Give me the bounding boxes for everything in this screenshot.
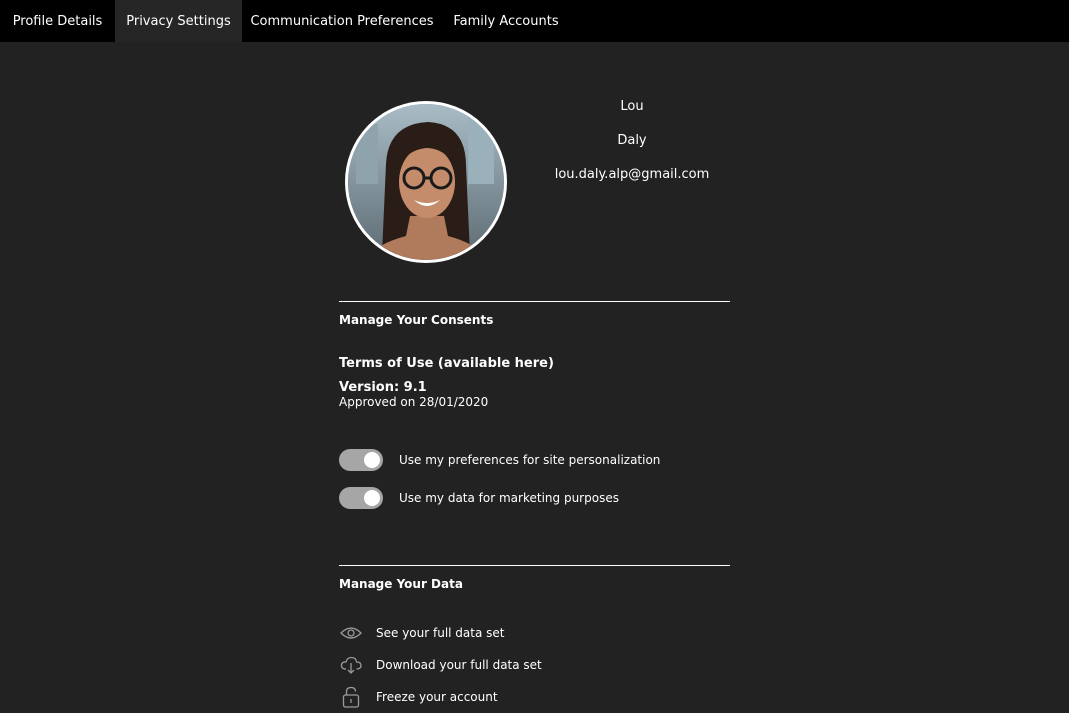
tab-communication-preferences[interactable]: Communication Preferences xyxy=(242,0,442,42)
user-last-name: Daly xyxy=(617,133,647,148)
marketing-toggle-label: Use my data for marketing purposes xyxy=(399,491,619,505)
cloud-download-icon xyxy=(339,654,363,676)
download-data-set-label: Download your full data set xyxy=(376,658,542,672)
eye-icon xyxy=(339,622,363,644)
terms-of-use-link[interactable]: Terms of Use (available here) xyxy=(339,356,554,371)
toggle-knob xyxy=(364,452,380,468)
freeze-account-label: Freeze your account xyxy=(376,690,498,704)
personalization-toggle[interactable] xyxy=(339,449,383,471)
consents-section-title: Manage Your Consents xyxy=(339,313,494,327)
user-email: lou.daly.alp@gmail.com xyxy=(554,167,710,182)
toggle-knob xyxy=(364,490,380,506)
see-data-set-link[interactable]: See your full data set xyxy=(339,622,505,644)
user-info: Lou Daly lou.daly.alp@gmail.com xyxy=(552,100,712,202)
freeze-account-link[interactable]: Freeze your account xyxy=(339,686,498,708)
tab-bar: Profile Details Privacy Settings Communi… xyxy=(0,0,1069,42)
data-section-title: Manage Your Data xyxy=(339,577,463,591)
avatar xyxy=(345,101,507,263)
terms-approved-date: Approved on 28/01/2020 xyxy=(339,395,489,409)
personalization-toggle-label: Use my preferences for site personalizat… xyxy=(399,453,661,467)
lock-icon xyxy=(339,686,363,708)
see-data-set-label: See your full data set xyxy=(376,626,505,640)
divider xyxy=(339,301,730,302)
marketing-toggle[interactable] xyxy=(339,487,383,509)
terms-version: Version: 9.1 xyxy=(339,380,427,395)
tab-privacy-settings[interactable]: Privacy Settings xyxy=(115,0,242,42)
tab-profile-details[interactable]: Profile Details xyxy=(0,0,115,42)
tab-family-accounts[interactable]: Family Accounts xyxy=(442,0,570,42)
consent-marketing-row: Use my data for marketing purposes xyxy=(339,487,619,509)
consent-personalization-row: Use my preferences for site personalizat… xyxy=(339,449,660,471)
user-first-name: Lou xyxy=(620,99,644,114)
download-data-set-link[interactable]: Download your full data set xyxy=(339,654,542,676)
divider xyxy=(339,565,730,566)
